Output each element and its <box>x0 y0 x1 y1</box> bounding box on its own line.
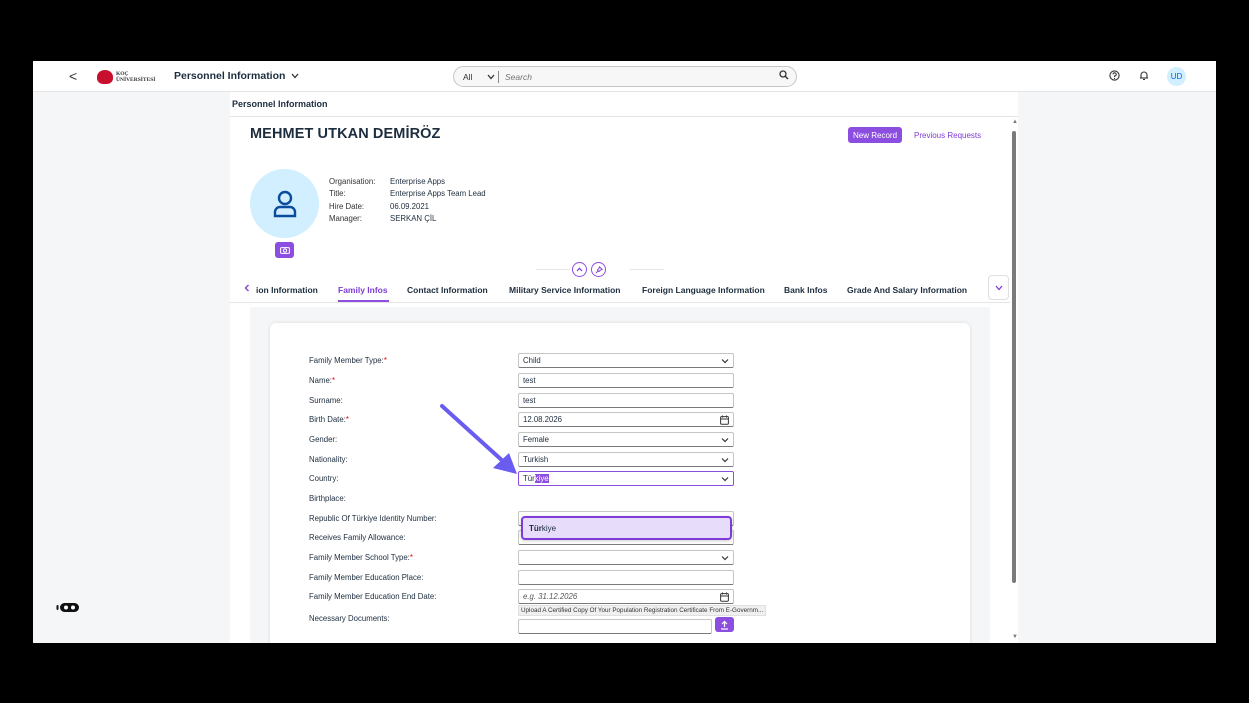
calendar-icon[interactable] <box>720 415 729 425</box>
employee-name: MEHMET UTKAN DEMİRÖZ <box>250 126 441 142</box>
user-avatar[interactable]: UD <box>1167 67 1186 86</box>
chevron-down-icon[interactable] <box>721 474 729 484</box>
upload-button[interactable] <box>715 617 734 632</box>
info-row: Organisation: Enterprise Apps <box>329 177 446 186</box>
birth-date-picker[interactable]: 12.08.2026 <box>518 412 734 427</box>
section-tabs: ion Information Family Infos Contact Inf… <box>230 280 1018 302</box>
upload-icon <box>721 620 728 630</box>
new-record-button[interactable]: New Record <box>848 127 903 143</box>
collapse-header-button[interactable] <box>572 262 587 277</box>
person-icon <box>273 190 296 217</box>
logo-mark-icon <box>97 70 113 84</box>
info-row: Title: Enterprise Apps Team Lead <box>329 189 486 199</box>
notification-bell-icon[interactable] <box>1137 70 1151 84</box>
school-type-select[interactable] <box>518 550 734 565</box>
tab-military-service-information[interactable]: Military Service Information <box>509 285 620 295</box>
tab-contact-information[interactable]: Contact Information <box>407 285 488 295</box>
page-scrollbar[interactable]: ▲ ▼ <box>1011 119 1018 642</box>
pin-header-button[interactable] <box>591 262 606 277</box>
chevron-down-icon <box>487 74 495 79</box>
name-input[interactable]: test <box>518 373 734 388</box>
search-input[interactable] <box>499 71 772 82</box>
tab-overflow-button[interactable] <box>988 275 1009 300</box>
scroll-up-arrow-icon[interactable]: ▲ <box>1012 119 1018 125</box>
tab-scroll-left-icon[interactable] <box>244 284 250 294</box>
scroll-down-arrow-icon[interactable]: ▼ <box>1012 634 1018 640</box>
gender-select[interactable]: Female <box>518 432 734 447</box>
employee-avatar <box>250 169 319 238</box>
country-suggestion-item[interactable]: Tür kiye <box>521 516 732 540</box>
education-place-input[interactable] <box>518 570 734 585</box>
divider <box>230 302 1010 303</box>
nationality-select[interactable]: Turkish <box>518 452 734 467</box>
divider <box>536 269 570 270</box>
chevron-down-icon <box>721 458 729 463</box>
employee-info: Organisation: Enterprise Apps Title: Enter… <box>329 176 486 225</box>
camera-icon <box>279 247 290 254</box>
page-title: Personnel Information <box>232 99 328 109</box>
tab-grade-and-salary-information[interactable]: Grade And Salary Information <box>847 285 967 295</box>
pin-icon <box>594 265 603 274</box>
app-screen: < KOÇ ÜNİVERSİTESİ Personnel Information… <box>33 61 1216 643</box>
info-row: Manager: SERKAN ÇİL <box>329 213 437 223</box>
previous-requests-link[interactable]: Previous Requests <box>914 131 981 140</box>
calendar-icon[interactable] <box>720 592 729 602</box>
tab-foreign-language-information[interactable]: Foreign Language Information <box>642 285 765 295</box>
country-combobox[interactable]: Tür kiye <box>518 471 734 486</box>
back-button[interactable]: < <box>69 68 77 84</box>
koc-university-logo[interactable]: KOÇ ÜNİVERSİTESİ <box>97 69 155 85</box>
shell-bar: < KOÇ ÜNİVERSİTESİ Personnel Information… <box>33 61 1216 92</box>
search-icon[interactable] <box>772 70 796 83</box>
family-member-type-select[interactable]: Child <box>518 353 734 368</box>
surname-input[interactable]: test <box>518 393 734 408</box>
change-photo-button[interactable] <box>275 242 294 258</box>
info-row: Hire Date: 06.09.2021 <box>329 201 430 211</box>
help-icon[interactable] <box>1107 69 1121 84</box>
object-page: Personnel Information MEHMET UTKAN DEMİR… <box>230 92 1018 643</box>
tab-personal-information[interactable]: ion Information <box>256 285 318 295</box>
chevron-down-icon <box>721 438 729 443</box>
document-file-input[interactable] <box>518 619 712 634</box>
chevron-down-icon <box>995 285 1002 290</box>
shell-actions: UD <box>1107 67 1186 86</box>
scroll-thumb[interactable] <box>1012 131 1016 583</box>
app-title-menu[interactable]: Personnel Information <box>174 70 299 82</box>
tab-family-infos[interactable]: Family Infos <box>338 285 388 295</box>
chevron-down-icon <box>721 556 729 561</box>
upload-instruction: Upload A Certified Copy Of Your Populati… <box>518 605 767 616</box>
chevron-up-icon <box>576 267 583 272</box>
chevron-down-icon <box>721 359 729 364</box>
chevron-down-icon <box>291 73 299 79</box>
form-row: Necessary Documents: Upload A Certified … <box>309 605 809 637</box>
search-bar: All <box>453 66 797 87</box>
tab-bank-infos[interactable]: Bank Infos <box>784 285 827 295</box>
divider <box>230 116 1018 117</box>
education-end-date-picker[interactable]: e.g. 31.12.2026 <box>518 589 734 604</box>
header-controls <box>572 262 606 277</box>
assistant-bot-icon[interactable] <box>56 601 80 620</box>
search-scope-select[interactable]: All <box>454 72 498 82</box>
divider <box>630 269 664 270</box>
